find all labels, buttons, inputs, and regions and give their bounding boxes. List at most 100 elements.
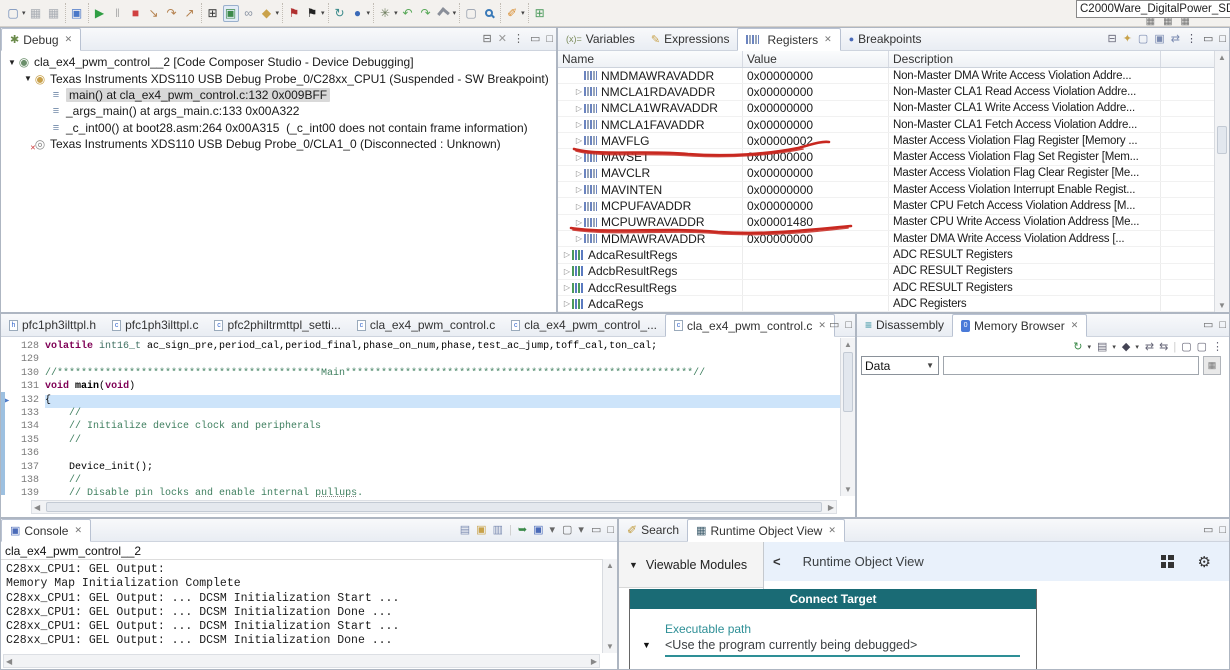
- scroll-lock-icon[interactable]: ▣: [476, 525, 486, 536]
- close-icon[interactable]: ✕: [1071, 320, 1079, 331]
- scroll-up-icon[interactable]: ▲: [1215, 53, 1229, 62]
- viewable-modules-header[interactable]: ▼ Viewable Modules: [619, 542, 763, 588]
- flag-red-icon[interactable]: ⚑: [286, 5, 302, 22]
- link-icon[interactable]: ⇄: [1171, 34, 1180, 45]
- stop-icon[interactable]: ■: [128, 5, 144, 22]
- minimize-icon[interactable]: ▭: [591, 525, 601, 536]
- tab-disassembly[interactable]: ≡Disassembly: [857, 314, 952, 336]
- debug-tree-row[interactable]: ≡_c_int00() at boot28.asm:264 0x00A315 (…: [1, 120, 556, 136]
- close-icon[interactable]: ✕: [818, 320, 826, 331]
- new-tab-icon[interactable]: ▢: [1181, 340, 1191, 353]
- register-row[interactable]: ▷NMCLA1WRAVADDR0x00000000Non-Master CLA1…: [558, 101, 1214, 117]
- close-icon[interactable]: ✕: [74, 525, 82, 536]
- register-row[interactable]: ▷MDMAWRAVADDR0x00000000Master DMA Write …: [558, 231, 1214, 247]
- close-icon[interactable]: ✕: [824, 34, 832, 45]
- pause-icon[interactable]: ‖: [110, 5, 126, 22]
- view-menu-icon[interactable]: ⋮: [513, 34, 524, 45]
- maximize-icon[interactable]: □: [1219, 34, 1226, 45]
- maximize-icon[interactable]: □: [1219, 320, 1226, 331]
- column-description[interactable]: Description: [889, 51, 1161, 67]
- dropdown-icon[interactable]: ▼: [642, 640, 651, 650]
- memory-go-button[interactable]: ▦: [1203, 356, 1221, 375]
- tab-memory-browser[interactable]: 0Memory Browser✕: [952, 314, 1087, 337]
- new-view-icon[interactable]: ▢: [1138, 34, 1148, 45]
- register-row[interactable]: ▷MAVSET0x00000000Master Access Violation…: [558, 149, 1214, 165]
- pin-console-icon[interactable]: ➥: [518, 525, 527, 536]
- open-perspective-icon[interactable]: ⊞: [532, 5, 548, 22]
- registers-vscrollbar[interactable]: ▲ ▼: [1214, 51, 1229, 312]
- maximize-icon[interactable]: □: [1219, 525, 1226, 536]
- gear-icon[interactable]: ⚙: [1198, 553, 1211, 571]
- remove-terminated-icon[interactable]: ✕: [498, 34, 507, 45]
- search-icon[interactable]: [481, 5, 497, 22]
- tab-pfc2philtrmttpl-setti-[interactable]: cpfc2philtrmttpl_setti...: [206, 314, 348, 336]
- display-console-icon[interactable]: ▣: [533, 525, 543, 536]
- register-row[interactable]: ▷MAVINTEN0x00000000Master Access Violati…: [558, 182, 1214, 198]
- memory-space-select[interactable]: Data ▼: [861, 356, 939, 375]
- console-vscrollbar[interactable]: ▲ ▼: [602, 559, 617, 653]
- debug-config-icon[interactable]: ✳: [377, 5, 393, 22]
- console-hscrollbar[interactable]: ◀ ▶: [3, 654, 600, 668]
- undo-green-icon[interactable]: ↶: [400, 5, 416, 22]
- register-row[interactable]: ▷MAVCLR0x00000000Master Access Violation…: [558, 166, 1214, 182]
- tab-runtime-object-view[interactable]: ▦Runtime Object View✕: [687, 519, 845, 542]
- executable-path-value[interactable]: <Use the program currently being debugge…: [665, 638, 917, 652]
- back-chevron-icon[interactable]: <: [773, 554, 781, 569]
- flag-black-icon[interactable]: ⚑: [304, 5, 320, 22]
- save-all-icon[interactable]: ▦: [46, 5, 62, 22]
- tab-cla-ex4-pwm-control-c[interactable]: ccla_ex4_pwm_control.c: [349, 314, 503, 336]
- clear-console-icon[interactable]: ▤: [460, 525, 470, 536]
- register-row[interactable]: ▷AdcaResultRegsADC RESULT Registers: [558, 247, 1214, 263]
- tab-cla-ex4-pwm-control-[interactable]: ccla_ex4_pwm_control_...: [503, 314, 665, 336]
- close-icon[interactable]: ✕: [828, 525, 836, 536]
- debug-tree-row[interactable]: ≡main() at cla_ex4_pwm_control.c:132 0x0…: [1, 87, 556, 103]
- view-menu-icon[interactable]: ⋮: [1186, 34, 1197, 45]
- minimize-icon[interactable]: ▭: [1203, 320, 1213, 331]
- registers-grid-icon[interactable]: ⊞: [205, 5, 221, 22]
- pin-view-icon[interactable]: ▣: [1154, 34, 1164, 45]
- redo-green-icon[interactable]: ↷: [418, 5, 434, 22]
- run-external-icon[interactable]: ✐: [504, 5, 520, 22]
- debug-window-icon[interactable]: ▣: [69, 5, 85, 22]
- collapse-all-icon[interactable]: ⊟: [1107, 34, 1116, 45]
- new-tab2-icon[interactable]: ▢: [1197, 340, 1207, 353]
- register-row[interactable]: ▷AdcbResultRegsADC RESULT Registers: [558, 264, 1214, 280]
- tab-registers[interactable]: Registers✕: [737, 28, 840, 51]
- editor-vscrollbar[interactable]: ▲ ▼: [840, 338, 855, 496]
- maximize-icon[interactable]: □: [546, 34, 553, 45]
- tab-debug[interactable]: ✱ Debug ✕: [1, 28, 81, 51]
- register-row[interactable]: ▷MCPUFAVADDR0x00000000Master CPU Fetch A…: [558, 198, 1214, 214]
- tab-search[interactable]: ✐Search: [619, 519, 687, 541]
- register-row[interactable]: ▷NMCLA1RDAVADDR0x00000000Non-Master CLA1…: [558, 84, 1214, 100]
- window-plain-icon[interactable]: ▢: [463, 5, 479, 22]
- new-wizard-icon[interactable]: ▢: [5, 5, 21, 22]
- refresh-icon[interactable]: ↻: [1073, 340, 1082, 353]
- tab-breakpoints[interactable]: ●Breakpoints: [841, 28, 930, 50]
- maximize-icon[interactable]: □: [607, 525, 614, 536]
- link2-icon[interactable]: ⇆: [1159, 340, 1168, 353]
- layout-grid-icon[interactable]: [1161, 555, 1174, 568]
- maximize-icon[interactable]: □: [845, 320, 852, 331]
- collapse-all-icon[interactable]: ⊟: [483, 34, 492, 45]
- blue-dot-icon[interactable]: ●: [350, 5, 366, 22]
- register-row[interactable]: ▷MCPUWRAVADDR0x00001480Master CPU Write …: [558, 215, 1214, 231]
- gold-icon[interactable]: ✦: [1123, 34, 1132, 45]
- editor-hscrollbar[interactable]: ◀ ▶: [31, 500, 837, 514]
- restart-icon[interactable]: ↻: [332, 5, 348, 22]
- word-wrap-icon[interactable]: ▥: [493, 525, 503, 536]
- register-row[interactable]: ▷AdcaRegsADC Registers: [558, 296, 1214, 312]
- column-value[interactable]: Value: [743, 51, 889, 67]
- open-console-icon[interactable]: ▢: [562, 525, 572, 536]
- minimize-icon[interactable]: ▭: [1203, 525, 1213, 536]
- debug-tree-row[interactable]: ◎✕Texas Instruments XDS110 USB Debug Pro…: [1, 136, 556, 152]
- step-into-icon[interactable]: ↘: [146, 5, 162, 22]
- memory-address-input[interactable]: [943, 356, 1199, 375]
- column-name[interactable]: Name: [558, 51, 743, 67]
- save-memory-icon[interactable]: ▤: [1097, 340, 1107, 353]
- close-icon[interactable]: ✕: [65, 34, 73, 45]
- register-row[interactable]: ▷MAVFLG0x00000002Master Access Violation…: [558, 133, 1214, 149]
- register-row[interactable]: NMDMAWRAVADDR0x00000000Non-Master DMA Wr…: [558, 68, 1214, 84]
- tab-console[interactable]: ▣ Console ✕: [1, 519, 91, 542]
- tab-cla-ex4-pwm-control-c[interactable]: ccla_ex4_pwm_control.c✕: [665, 314, 835, 337]
- build-icon[interactable]: [436, 5, 452, 22]
